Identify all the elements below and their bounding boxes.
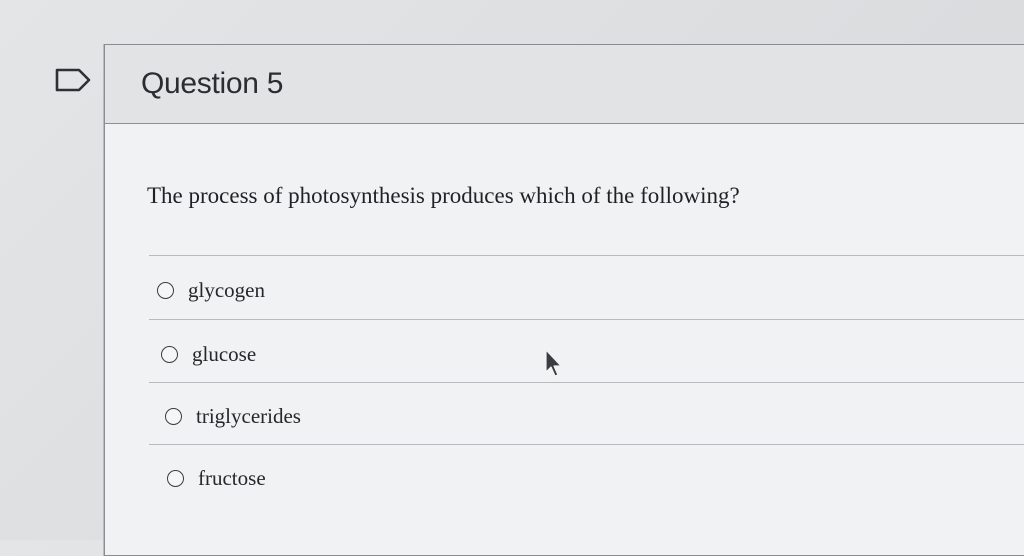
divider — [149, 444, 1024, 445]
radio-button[interactable] — [167, 470, 184, 487]
question-card: Question 5 The process of photosynthesis… — [104, 44, 1024, 556]
answer-label: fructose — [198, 466, 266, 490]
radio-button[interactable] — [157, 282, 174, 299]
answer-label: glucose — [192, 342, 257, 366]
divider — [149, 255, 1024, 256]
answer-option-glucose[interactable]: glucose — [161, 342, 256, 367]
question-header: Question 5 — [105, 45, 1024, 124]
answer-option-glycogen[interactable]: glycogen — [157, 278, 265, 303]
divider — [149, 382, 1024, 383]
mouse-pointer-icon — [545, 349, 562, 377]
answer-option-fructose[interactable]: fructose — [167, 466, 266, 491]
answer-option-triglycerides[interactable]: triglycerides — [165, 404, 301, 429]
question-title: Question 5 — [141, 67, 284, 100]
radio-button[interactable] — [161, 346, 178, 363]
radio-button[interactable] — [165, 408, 182, 425]
answer-label: triglycerides — [196, 404, 301, 428]
divider — [149, 319, 1024, 320]
flag-question-icon[interactable] — [55, 68, 91, 92]
question-text: The process of photosynthesis produces w… — [147, 183, 740, 208]
answer-label: glycogen — [188, 278, 265, 302]
